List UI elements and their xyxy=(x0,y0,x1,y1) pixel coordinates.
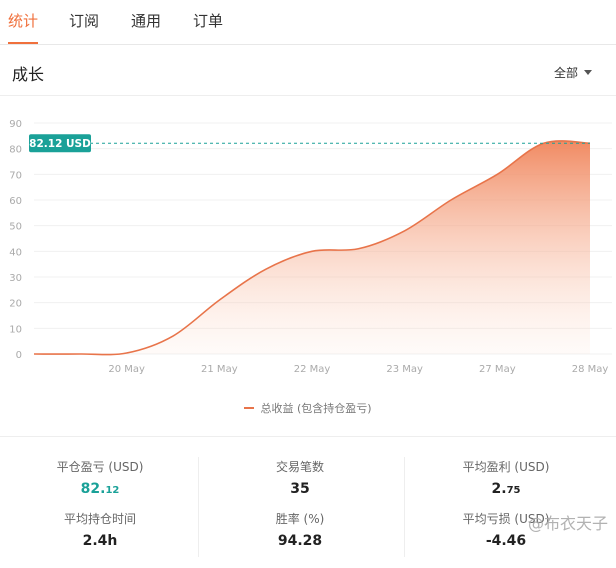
range-filter-label: 全部 xyxy=(553,66,578,80)
y-tick-label: 60 xyxy=(9,196,22,207)
caret-down-icon xyxy=(584,70,592,75)
stats-column-3: 平均盈利 (USD) 2.75 平均亏损 (USD) -4.46 xyxy=(406,437,606,568)
current-value-label: 82.12 USD xyxy=(29,138,91,150)
avg-loss-value: -4.46 xyxy=(485,533,527,549)
watermark: @布衣天子 xyxy=(527,514,608,533)
y-tick-label: 10 xyxy=(9,324,22,335)
winrate-stat: 胜率 (%) 94.28 xyxy=(200,510,400,549)
avg-profit-stat: 平均盈利 (USD) 2.75 xyxy=(406,458,606,497)
area-fill xyxy=(34,140,590,355)
avg-profit-value: 2.75 xyxy=(491,481,521,497)
stats-divider xyxy=(404,457,405,557)
tab-subscription[interactable]: 订阅 xyxy=(69,10,99,44)
stats-column-2: 交易笔数 35 胜率 (%) 94.28 xyxy=(200,437,400,568)
closed-pnl-label: 平仓盈亏 (USD) xyxy=(56,460,144,474)
range-filter-dropdown[interactable]: 全部 xyxy=(554,64,592,81)
winrate-value: 94.28 xyxy=(277,533,323,549)
tab-general[interactable]: 通用 xyxy=(131,10,161,44)
growth-chart-svg: 90 80 70 60 50 40 30 20 10 0 20 May 21 May 22 May 23 … xyxy=(9,119,612,375)
section-header: 成长 全部 xyxy=(0,45,616,96)
x-tick-label: 27 May xyxy=(479,364,516,375)
closed-pnl-value: 82.12 xyxy=(80,481,120,497)
trades-value: 35 xyxy=(290,481,310,497)
chart-legend: 总收益 (包含持仓盈亏) xyxy=(0,400,616,416)
legend-label: 总收益 (包含持仓盈亏) xyxy=(260,402,372,415)
y-tick-label: 0 xyxy=(16,350,22,361)
stats-panel: 平仓盈亏 (USD) 82.12 平均持仓时间 2.4h 交易笔数 35 胜率 … xyxy=(0,436,616,568)
avg-profit-label: 平均盈利 (USD) xyxy=(462,460,550,474)
x-tick-label: 28 May xyxy=(572,364,609,375)
y-tick-label: 30 xyxy=(9,273,22,284)
avg-hold-stat: 平均持仓时间 2.4h xyxy=(0,510,200,549)
tab-bar: 统计 订阅 通用 订单 xyxy=(0,0,616,45)
y-tick-label: 20 xyxy=(9,299,22,310)
trades-stat: 交易笔数 35 xyxy=(200,458,400,497)
x-tick-label: 20 May xyxy=(108,364,145,375)
avg-hold-label: 平均持仓时间 xyxy=(63,512,136,526)
x-tick-label: 21 May xyxy=(201,364,238,375)
tab-orders[interactable]: 订单 xyxy=(193,10,223,44)
stats-column-1: 平仓盈亏 (USD) 82.12 平均持仓时间 2.4h xyxy=(0,437,200,568)
winrate-label: 胜率 (%) xyxy=(275,512,325,526)
avg-hold-value: 2.4h xyxy=(82,533,118,549)
closed-pnl-stat: 平仓盈亏 (USD) 82.12 xyxy=(0,458,200,497)
y-tick-label: 40 xyxy=(9,247,22,258)
y-tick-label: 80 xyxy=(9,145,22,156)
y-tick-label: 50 xyxy=(9,222,22,233)
trades-label: 交易笔数 xyxy=(275,460,324,474)
x-tick-label: 23 May xyxy=(386,364,423,375)
growth-chart: 90 80 70 60 50 40 30 20 10 0 20 May 21 May 22 May 23 … xyxy=(0,96,616,436)
y-tick-label: 90 xyxy=(9,119,22,130)
legend-swatch xyxy=(244,407,255,409)
x-tick-label: 22 May xyxy=(294,364,331,375)
page-title: 成长 xyxy=(12,65,45,84)
tab-statistics[interactable]: 统计 xyxy=(8,10,39,44)
y-tick-label: 70 xyxy=(9,170,22,181)
